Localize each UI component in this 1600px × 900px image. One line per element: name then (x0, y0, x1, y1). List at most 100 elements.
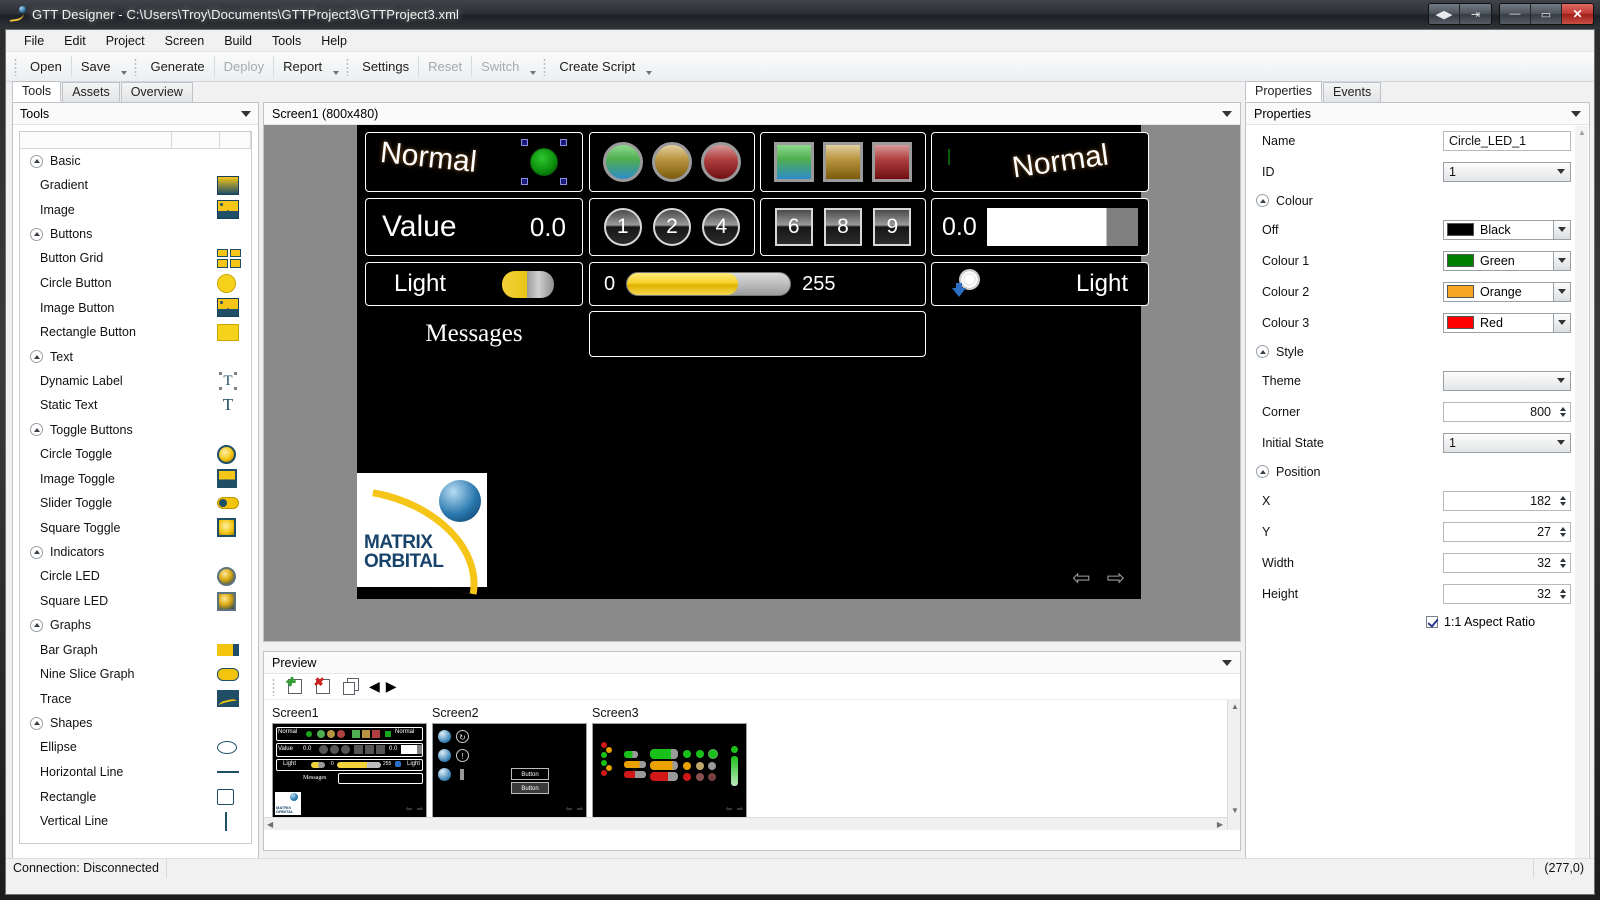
property-group-style[interactable]: Style (1246, 338, 1589, 365)
stepper-down-icon[interactable] (1560, 501, 1566, 506)
circle-button-green[interactable] (602, 142, 643, 182)
selection-handle[interactable] (560, 178, 567, 185)
maximize-button[interactable]: ▭ (1531, 4, 1562, 24)
next-screen-icon[interactable]: ▶ (386, 678, 397, 695)
number-square-button[interactable]: 6 (774, 208, 813, 246)
split-view-button[interactable]: ◀▶ (1429, 4, 1460, 24)
menu-item-tools[interactable]: Tools (262, 31, 311, 51)
stepper-down-icon[interactable] (1560, 412, 1566, 417)
tool-circle-button[interactable]: Circle Button (20, 271, 251, 296)
preview-thumbnail[interactable]: Normal Normal Value 0.0 0.0 Light 0 255 … (272, 723, 427, 818)
number-circle-button[interactable]: 2 (652, 208, 691, 246)
preview-screen3[interactable]: Screen3 ⇦ ⇨ (592, 706, 747, 818)
tab-events[interactable]: Events (1322, 82, 1382, 102)
off-colour-select[interactable]: Black (1443, 219, 1571, 240)
widget-bar-display[interactable]: 0.0 (931, 198, 1149, 256)
tools-group-toggle-buttons[interactable]: Toggle Buttons (20, 418, 251, 442)
prev-screen-arrow-icon[interactable]: ⇦ (1072, 565, 1090, 591)
screen-surface[interactable]: Normal Normal Value 0.0 1 2 4 6 8 9 0.0 … (357, 125, 1149, 599)
stepper-down-icon[interactable] (1560, 594, 1566, 599)
tool-image-toggle[interactable]: Image Toggle (20, 466, 251, 491)
tool-image-button[interactable]: Image Button (20, 295, 251, 320)
colour1-select[interactable]: Green (1443, 250, 1571, 271)
menu-item-build[interactable]: Build (214, 31, 262, 51)
widget-slider-row[interactable]: 0 255 (589, 262, 926, 306)
tool-slider-toggle[interactable]: Slider Toggle (20, 491, 251, 516)
preview-screen2[interactable]: Screen2 ↻ ! Button Button ⇦ ⇨ (432, 706, 587, 818)
preview-thumbnail[interactable]: ⇦ ⇨ (592, 723, 747, 818)
tools-group-shapes[interactable]: Shapes (20, 711, 251, 735)
tool-gradient[interactable]: Gradient (20, 173, 251, 198)
tools-group-buttons[interactable]: Buttons (20, 222, 251, 246)
tools-group-graphs[interactable]: Graphs (20, 613, 251, 637)
tab-assets[interactable]: Assets (62, 82, 120, 102)
theme-select[interactable] (1443, 370, 1571, 391)
create-script-button[interactable]: Create Script (550, 56, 644, 77)
close-button[interactable]: ✕ (1562, 4, 1593, 24)
circle-button-amber[interactable] (651, 142, 692, 182)
design-canvas[interactable]: Normal Normal Value 0.0 1 2 4 6 8 9 0.0 … (264, 125, 1240, 641)
chevron-up-icon[interactable] (1256, 345, 1269, 358)
preview-toolbar-grip[interactable] (272, 677, 275, 696)
tool-image[interactable]: Image (20, 198, 251, 223)
toolbar-overflow-file[interactable] (119, 54, 130, 80)
widget-value-display[interactable]: Value 0.0 (365, 198, 583, 256)
corner-stepper[interactable]: 800 (1443, 401, 1571, 422)
open-button[interactable]: Open (21, 56, 72, 77)
settings-button[interactable]: Settings (353, 56, 420, 77)
x-stepper[interactable]: 182 (1443, 490, 1571, 511)
properties-scrollbar[interactable]: ▲ (1575, 126, 1588, 858)
tool-square-led[interactable]: Square LED (20, 589, 251, 614)
menu-item-edit[interactable]: Edit (54, 31, 96, 51)
toolbar-grip[interactable] (14, 57, 17, 76)
stepper-down-icon[interactable] (1560, 532, 1566, 537)
colour3-select[interactable]: Red (1443, 312, 1571, 333)
chevron-up-icon[interactable] (30, 227, 43, 241)
number-square-button[interactable]: 8 (823, 208, 862, 246)
slider-toggle-widget[interactable] (502, 270, 554, 298)
initial-state-select[interactable]: 1 (1443, 432, 1571, 453)
name-input[interactable]: Circle_LED_1 (1443, 130, 1571, 151)
scroll-right-icon[interactable]: ▶ (1217, 820, 1223, 829)
tool-trace[interactable]: Trace (20, 687, 251, 712)
tools-group-text[interactable]: Text (20, 345, 251, 369)
add-screen-icon[interactable]: ✚ (285, 676, 307, 697)
chevron-up-icon[interactable] (30, 618, 43, 632)
report-button[interactable]: Report (274, 56, 331, 77)
stepper-up-icon[interactable] (1560, 526, 1566, 531)
tool-rectangle-button[interactable]: Rectangle Button (20, 320, 251, 345)
copy-screen-icon[interactable] (341, 677, 363, 697)
widget-light-button-right[interactable]: Light (931, 262, 1149, 306)
circle-button-red[interactable] (701, 142, 742, 182)
selection-handle[interactable] (560, 139, 567, 146)
tools-group-indicators[interactable]: Indicators (20, 540, 251, 564)
tab-properties[interactable]: Properties (1245, 81, 1322, 102)
number-circle-button[interactable]: 4 (702, 208, 741, 246)
logout-button[interactable]: ⇥ (1460, 4, 1491, 24)
preview-thumbnail[interactable]: ↻ ! Button Button ⇦ ⇨ (432, 723, 587, 818)
square-button-green[interactable] (773, 142, 814, 182)
tool-horizontal-line[interactable]: Horizontal Line (20, 760, 251, 785)
property-group-colour[interactable]: Colour (1246, 187, 1589, 214)
prev-screen-icon[interactable]: ◀ (369, 678, 380, 695)
widget-number-square-group[interactable]: 6 8 9 (760, 198, 926, 256)
widget-messages-textbox[interactable] (589, 311, 926, 357)
chevron-down-icon[interactable] (241, 110, 251, 117)
menu-item-file[interactable]: File (14, 31, 54, 51)
chevron-up-icon[interactable] (1256, 465, 1269, 478)
tool-circle-led[interactable]: Circle LED (20, 564, 251, 589)
tools-group-basic[interactable]: Basic (20, 149, 251, 173)
square-led-green[interactable] (948, 149, 950, 165)
next-screen-arrow-icon[interactable]: ⇨ (1107, 565, 1125, 591)
delete-screen-icon[interactable]: ✖ (313, 676, 335, 697)
widget-light-toggle-left[interactable]: Light (365, 262, 583, 306)
toolbar-overflow-device[interactable] (528, 54, 539, 80)
colour2-select[interactable]: Orange (1443, 281, 1571, 302)
widget-messages-label-box[interactable]: Messages (365, 311, 583, 357)
stepper-down-icon[interactable] (1560, 563, 1566, 568)
chevron-down-icon[interactable] (1571, 110, 1581, 117)
widget-circle-button-group[interactable] (589, 132, 755, 192)
tool-square-toggle[interactable]: Square Toggle (20, 516, 251, 541)
square-button-amber[interactable] (822, 142, 863, 182)
chevron-down-icon[interactable] (1222, 659, 1232, 666)
